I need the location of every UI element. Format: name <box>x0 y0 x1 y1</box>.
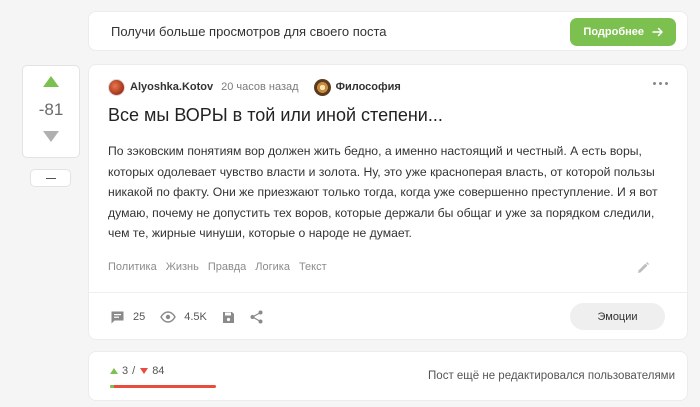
comments-count: 25 <box>133 311 146 323</box>
post-title[interactable]: Все мы ВОРЫ в той или иной степени... <box>108 105 443 126</box>
save-button[interactable] <box>222 311 235 324</box>
share-button[interactable] <box>250 310 263 324</box>
minus-triangle-icon <box>140 368 149 374</box>
vote-up-icon[interactable] <box>43 76 59 87</box>
minuses-count: 84 <box>152 365 165 377</box>
community-icon[interactable] <box>313 78 331 96</box>
rating-votes: 3 / 84 <box>110 365 164 377</box>
collapse-post-button[interactable] <box>30 169 71 187</box>
author-link[interactable]: Alyoshka.Kotov <box>130 81 213 93</box>
community-link[interactable]: Философия <box>336 81 401 93</box>
pencil-icon[interactable] <box>636 261 650 275</box>
post-time[interactable]: 20 часов назад <box>221 81 298 93</box>
views-counter: 4.5K <box>160 311 207 323</box>
tag[interactable]: Логика <box>255 261 290 273</box>
promo-more-button[interactable]: Подробнее <box>570 18 676 46</box>
post-header: Alyoshka.Kotov 20 часов назад Философия <box>108 78 668 96</box>
post-body: По зэковским понятиям вор должен жить бе… <box>108 144 658 241</box>
tag[interactable]: Жизнь <box>166 261 199 273</box>
save-icon <box>222 311 234 323</box>
rating-bar <box>110 385 216 388</box>
promo-more-label: Подробнее <box>583 26 644 38</box>
minus-icon <box>45 177 56 179</box>
rating-separator: / <box>132 365 136 377</box>
views-count: 4.5K <box>184 311 207 323</box>
eye-icon <box>160 311 177 323</box>
vote-down-icon[interactable] <box>43 131 59 142</box>
tag[interactable]: Текст <box>299 261 327 273</box>
promo-text: Получи больше просмотров для своего пост… <box>111 23 387 39</box>
promo-banner: Получи больше просмотров для своего пост… <box>88 11 688 51</box>
tag-list: Политика Жизнь Правда Логика Текст <box>108 261 327 273</box>
vote-widget: -81 <box>22 65 80 158</box>
avatar[interactable] <box>108 78 125 96</box>
tag[interactable]: Правда <box>208 261 246 273</box>
post-footer: 25 4.5K <box>110 308 278 326</box>
comments-button[interactable]: 25 <box>110 310 145 325</box>
divider <box>89 292 687 293</box>
more-dots-icon[interactable] <box>653 82 668 85</box>
emotions-button[interactable]: Эмоции <box>570 303 665 330</box>
share-icon <box>250 310 263 324</box>
rating-panel: 3 / 84 Пост ещё не редактировался пользо… <box>88 351 688 401</box>
tag[interactable]: Политика <box>108 261 157 273</box>
post-card: Alyoshka.Kotov 20 часов назад Философия … <box>88 64 688 340</box>
vote-score: -81 <box>38 100 64 119</box>
arrow-right-icon <box>652 27 663 37</box>
comment-icon <box>111 311 124 323</box>
edit-history-note: Пост ещё не редактировался пользователям… <box>428 370 675 382</box>
rating-bar-fill <box>110 385 114 388</box>
plus-triangle-icon <box>110 368 118 374</box>
pluses-count: 3 <box>122 365 129 377</box>
